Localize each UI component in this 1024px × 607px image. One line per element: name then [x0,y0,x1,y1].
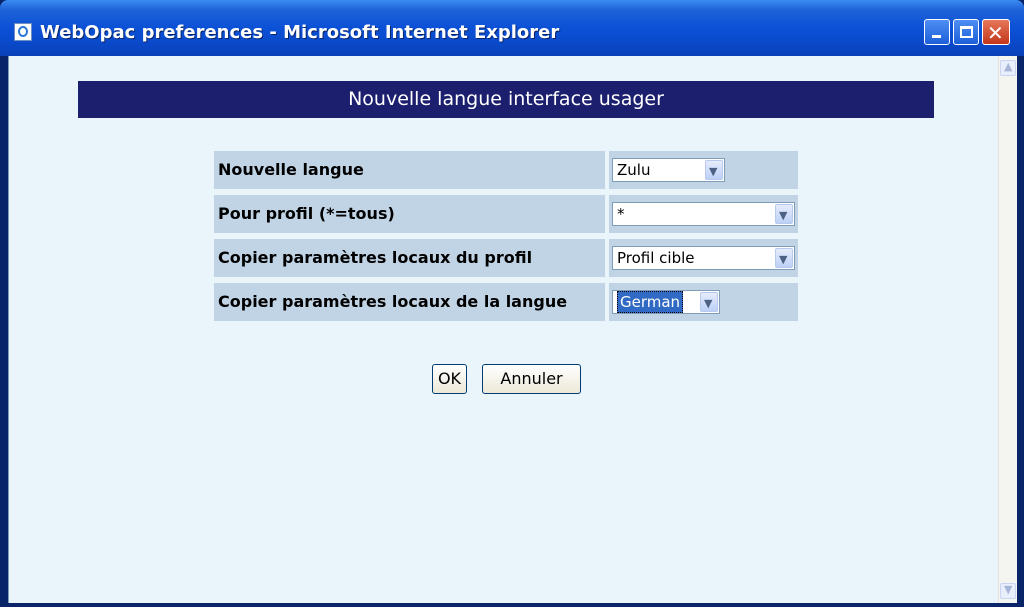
copy-language-dropdown-button[interactable]: ▼ [700,292,718,312]
scroll-up-button[interactable]: ▲ [1000,60,1016,76]
chevron-down-icon: ▼ [779,209,788,222]
vertical-scrollbar[interactable]: ▲ ▼ [998,56,1017,603]
window-title: WebOpac preferences - Microsoft Internet… [40,22,560,43]
chevron-down-icon: ▼ [709,165,718,178]
title-bar[interactable]: WebOpac preferences - Microsoft Internet… [0,0,1024,56]
page-title: Nouvelle langue interface usager [78,81,934,118]
copy-profile-select[interactable]: Profil cible ▼ [612,246,795,270]
ok-button[interactable]: OK [432,364,467,394]
maximize-button[interactable] [953,19,979,45]
ie-icon [14,23,32,41]
new-language-label: Nouvelle langue [214,151,605,189]
profile-label: Pour profil (*=tous) [214,195,605,233]
scroll-down-button[interactable]: ▼ [1000,583,1016,599]
maximize-icon [960,26,973,38]
close-icon: ✕ [987,21,1004,45]
chevron-down-icon: ▼ [1004,583,1013,596]
copy-profile-dropdown-button[interactable]: ▼ [775,248,793,268]
copy-language-select[interactable]: German ▼ [612,290,720,314]
new-language-value: Zulu [617,161,651,179]
close-button[interactable]: ✕ [982,19,1010,45]
chevron-up-icon: ▲ [1004,60,1013,73]
copy-profile-cell: Profil cible ▼ [609,239,798,277]
copy-profile-value: Profil cible [617,249,695,267]
browser-window: WebOpac preferences - Microsoft Internet… [0,0,1024,607]
cancel-button[interactable]: Annuler [482,364,581,394]
copy-profile-label: Copier paramètres locaux du profil [214,239,605,277]
profile-dropdown-button[interactable]: ▼ [775,204,793,224]
chevron-down-icon: ▼ [704,297,713,310]
copy-language-cell: German ▼ [609,283,798,321]
chevron-down-icon: ▼ [779,253,788,266]
profile-value: * [617,205,625,223]
new-language-select[interactable]: Zulu ▼ [612,158,725,182]
minimize-button[interactable] [924,19,950,45]
profile-select[interactable]: * ▼ [612,202,795,226]
new-language-dropdown-button[interactable]: ▼ [705,160,723,180]
copy-language-label: Copier paramètres locaux de la langue [214,283,605,321]
preferences-form: Nouvelle langue Zulu ▼ Pour profil (*=to… [214,151,798,322]
page-content [8,56,1017,603]
minimize-icon [932,35,941,38]
new-language-cell: Zulu ▼ [609,151,798,189]
copy-language-value: German [617,291,684,313]
profile-cell: * ▼ [609,195,798,233]
